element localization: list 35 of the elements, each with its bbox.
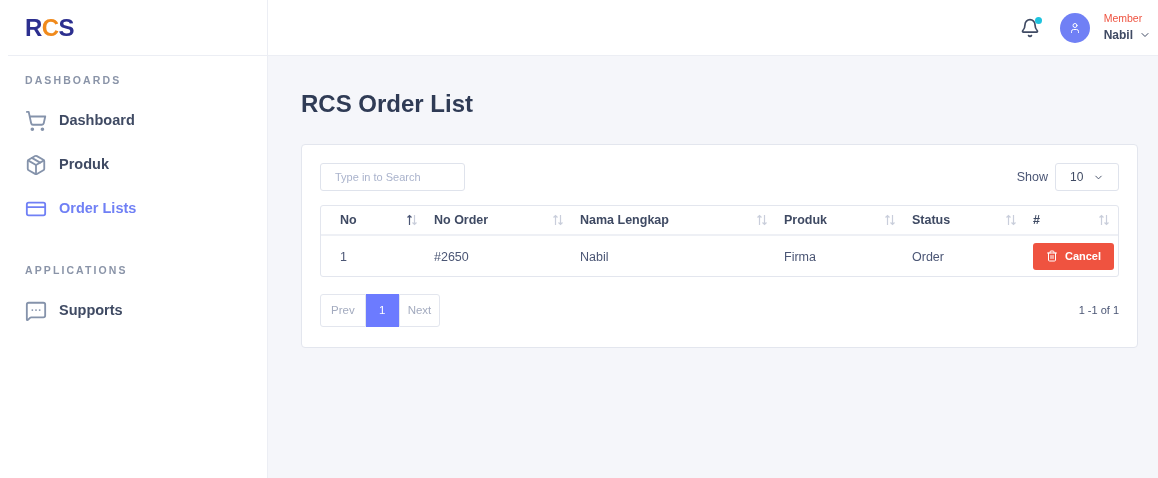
bell-icon <box>1019 17 1040 38</box>
page-size-select[interactable]: 10 <box>1055 163 1119 191</box>
chat-bubble-icon <box>25 299 47 322</box>
notification-button[interactable] <box>1019 17 1040 38</box>
column-header: Produk <box>784 211 828 229</box>
column-header: # <box>1033 211 1040 229</box>
column-header: No <box>340 211 357 229</box>
user-role: Member <box>1103 10 1143 26</box>
page-summary: 1 -1 of 1 <box>1078 303 1119 319</box>
cancel-button[interactable]: Cancel <box>1033 242 1114 270</box>
sort-icon[interactable] <box>406 214 418 226</box>
column-header: Nama Lengkap <box>580 211 669 229</box>
table-cell: Firma <box>784 250 816 264</box>
sidebar-item[interactable]: Produk <box>25 142 242 187</box>
section-heading: APPLICATIONS <box>25 262 129 278</box>
table-cell: #2650 <box>434 250 469 264</box>
sidebar-item[interactable]: Supports <box>25 288 242 333</box>
column-header: Status <box>912 211 951 229</box>
page-button[interactable]: 1 <box>365 294 399 327</box>
user-menu[interactable]: Nabil <box>1103 26 1151 45</box>
logo[interactable]: RCS <box>25 9 74 46</box>
table-cell: Order <box>912 250 944 264</box>
show-label: Show <box>1016 168 1048 186</box>
table-cell: Nabil <box>580 250 609 264</box>
cart-icon <box>25 109 47 132</box>
user-icon <box>1068 21 1081 34</box>
page-title: RCS Order List <box>301 89 475 119</box>
table-cell: 1 <box>340 250 347 264</box>
box-icon <box>25 153 47 176</box>
search-field[interactable]: Type in to Search <box>320 163 465 191</box>
section-heading: DASHBOARDS <box>25 73 123 88</box>
trash-icon <box>1045 250 1058 262</box>
avatar[interactable] <box>1059 12 1090 43</box>
sidebar-item[interactable]: Dashboard <box>25 98 242 143</box>
column-header: No Order <box>434 211 489 229</box>
